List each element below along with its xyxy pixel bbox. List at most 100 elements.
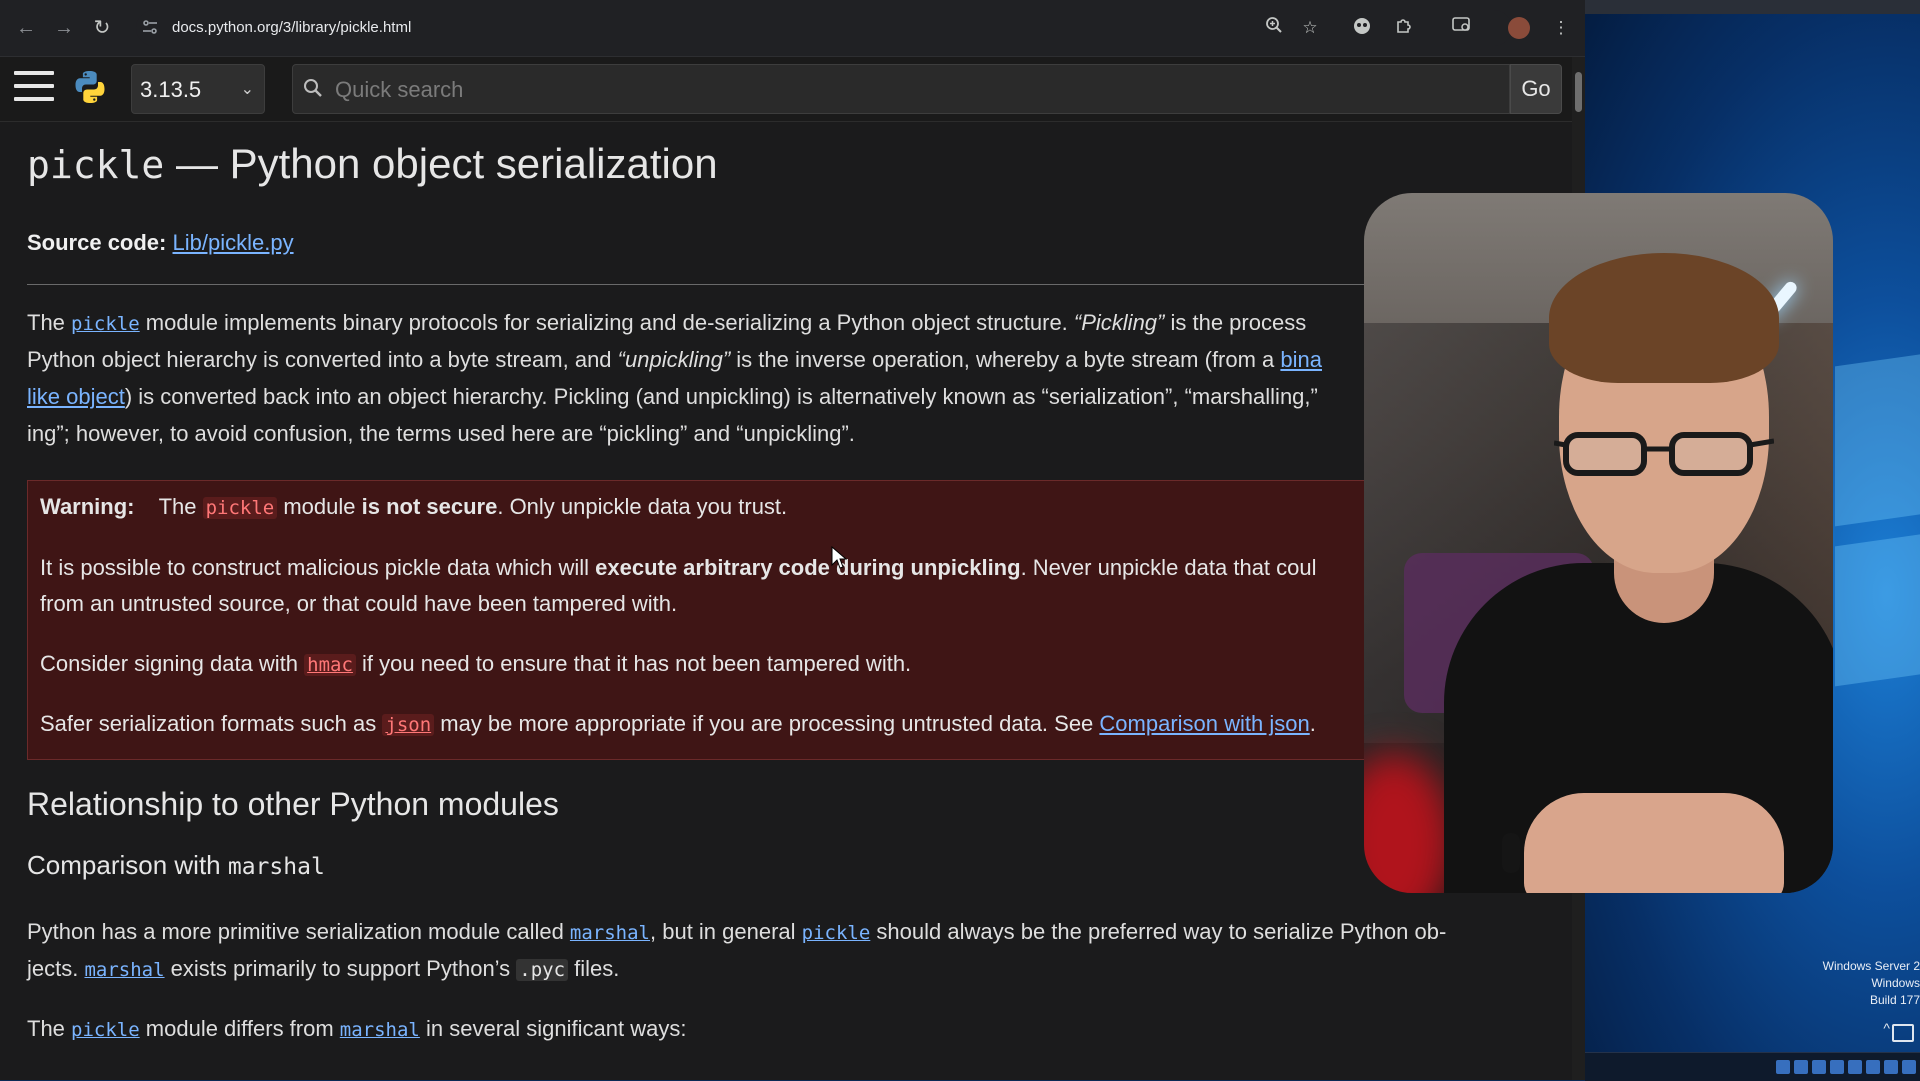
section-heading: Relationship to other Python modules: [27, 786, 559, 822]
marshal-code-link[interactable]: marshal: [340, 1019, 420, 1041]
scrollbar-thumb[interactable]: [1575, 72, 1582, 112]
text: in several significant ways:: [419, 1016, 687, 1041]
intro-line-3: like object) is converted back into an o…: [27, 378, 1318, 415]
text: exists primarily to support Python’s: [164, 956, 517, 981]
extension-face-icon[interactable]: [1350, 16, 1374, 40]
source-code-line: Source code: Lib/pickle.py: [27, 230, 294, 256]
watermark-line-1: Windows Server 2: [1822, 959, 1920, 973]
version-select[interactable]: 3.13.5 ⌄: [131, 64, 265, 114]
tab-search-icon[interactable]: [1450, 16, 1474, 40]
watermark-line-3: Build 177: [1869, 993, 1920, 1007]
strong-text: is not secure: [361, 494, 498, 519]
json-code-link[interactable]: json: [382, 714, 435, 736]
forward-arrow-icon[interactable]: →: [52, 16, 76, 40]
marshal-code: marshal: [227, 854, 325, 880]
paragraph-2: The pickle module differs from marshal i…: [27, 1010, 686, 1049]
bookmark-star-icon[interactable]: ☆: [1298, 16, 1322, 40]
tray-app-icon[interactable]: [1884, 1060, 1898, 1074]
title-text: — Python object serialization: [164, 140, 718, 187]
emphasis: “Pickling”: [1073, 310, 1165, 335]
watermark-line-2: Windows: [1871, 976, 1920, 990]
warning-box: Warning: The pickle module is not secure…: [27, 480, 1372, 760]
pickle-code-link[interactable]: pickle: [71, 313, 140, 335]
tray-chevron-up-icon[interactable]: ^: [1883, 1020, 1890, 1036]
warning-line-1: Warning: The pickle module is not secure…: [40, 489, 787, 526]
text: is the inverse operation, whereby a byte…: [730, 347, 1281, 372]
intro-line-2: Python object hierarchy is converted int…: [27, 341, 1322, 378]
text: should always be the preferred way to se…: [870, 919, 1447, 944]
tray-app-icon[interactable]: [1830, 1060, 1844, 1074]
text: if you need to ensure that it has not be…: [355, 651, 912, 676]
tray-app-icon[interactable]: [1776, 1060, 1790, 1074]
emphasis: “unpickling”: [617, 347, 731, 372]
text: Safer serialization formats such as: [40, 711, 383, 736]
text: Consider signing data with: [40, 651, 305, 676]
pyc-code: .pyc: [516, 959, 569, 981]
site-info-icon[interactable]: [140, 18, 160, 38]
wallpaper-pane: [1835, 353, 1920, 527]
text: . Never unpickle data that coul: [1020, 555, 1317, 580]
back-arrow-icon[interactable]: ←: [14, 16, 38, 40]
python-logo-icon[interactable]: [72, 69, 108, 105]
presenter-ring: [1502, 833, 1520, 873]
intro-line-1: The pickle module implements binary prot…: [27, 304, 1306, 343]
reload-icon[interactable]: ↻: [90, 16, 114, 40]
marshal-code-link[interactable]: marshal: [84, 959, 164, 981]
extensions-puzzle-icon[interactable]: [1392, 16, 1416, 40]
text: , but in general: [650, 919, 802, 944]
text: files.: [568, 956, 620, 981]
text: is the process: [1164, 310, 1307, 335]
hmac-code-link[interactable]: hmac: [304, 654, 356, 676]
search-input[interactable]: [333, 71, 1487, 109]
text: jects.: [27, 956, 85, 981]
text: . Only unpickle data you trust.: [497, 494, 788, 519]
quick-search-box[interactable]: [292, 64, 1510, 114]
chevron-down-icon: ⌄: [240, 81, 254, 98]
warning-line-2: It is possible to construct malicious pi…: [40, 550, 1317, 586]
bytes-like-object-link[interactable]: like object: [27, 384, 125, 409]
profile-avatar[interactable]: [1508, 17, 1530, 39]
webcam-overlay: [1364, 193, 1833, 893]
red-light: [1364, 753, 1454, 893]
presenter-glasses: [1553, 429, 1775, 479]
pickle-code-link[interactable]: pickle: [71, 1019, 140, 1041]
warning-line-5: Safer serialization formats such as json…: [40, 706, 1316, 743]
url-text[interactable]: docs.python.org/3/library/pickle.html: [172, 18, 411, 38]
tray-app-icon[interactable]: [1794, 1060, 1808, 1074]
go-button[interactable]: Go: [1510, 64, 1562, 114]
zoom-icon[interactable]: [1262, 16, 1286, 40]
text: Python has a more primitive serializatio…: [27, 919, 570, 944]
source-code-label: Source code:: [27, 230, 167, 255]
tray-monitor-icon[interactable]: [1892, 1024, 1914, 1042]
browser-toolbar: ← → ↻ docs.python.org/3/library/pickle.h…: [0, 0, 1585, 57]
pickle-code-link[interactable]: pickle: [802, 922, 871, 944]
warning-line-3: from an untrusted source, or that could …: [40, 591, 678, 616]
divider: [27, 284, 1372, 285]
search-icon: [303, 78, 323, 98]
text: The: [27, 310, 72, 335]
page-title: pickle — Python object serialization: [27, 140, 718, 188]
text: .: [1309, 711, 1316, 736]
tray-app-icon[interactable]: [1848, 1060, 1862, 1074]
strong-text: execute arbitrary code during unpickling: [595, 555, 1021, 580]
text: The: [158, 494, 203, 519]
tray-app-icon[interactable]: [1902, 1060, 1916, 1074]
marshal-code-link[interactable]: marshal: [570, 922, 650, 944]
warning-line-4: Consider signing data with hmac if you n…: [40, 646, 911, 683]
wallpaper-pane: [1835, 533, 1920, 687]
windows-version-watermark: Windows Server 2 Windows Build 177: [1800, 958, 1920, 1009]
bytes-like-object-link[interactable]: bina: [1280, 347, 1322, 372]
comparison-with-json-link[interactable]: Comparison with json: [1099, 711, 1309, 736]
menu-dots-icon[interactable]: ⋮: [1549, 16, 1573, 40]
source-code-link[interactable]: Lib/pickle.py: [173, 230, 294, 255]
text: may be more appropriate if you are proce…: [434, 711, 1100, 736]
window-title-strip: [1585, 0, 1920, 14]
intro-line-4: ing”; however, to avoid confusion, the t…: [27, 421, 855, 446]
docs-header: 3.13.5 ⌄ Go: [0, 57, 1572, 122]
tray-app-icon[interactable]: [1812, 1060, 1826, 1074]
system-tray: [1776, 1056, 1920, 1078]
tray-app-icon[interactable]: [1866, 1060, 1880, 1074]
taskbar: [1585, 1052, 1920, 1081]
text: module: [277, 494, 362, 519]
hamburger-menu-icon[interactable]: [14, 71, 54, 105]
